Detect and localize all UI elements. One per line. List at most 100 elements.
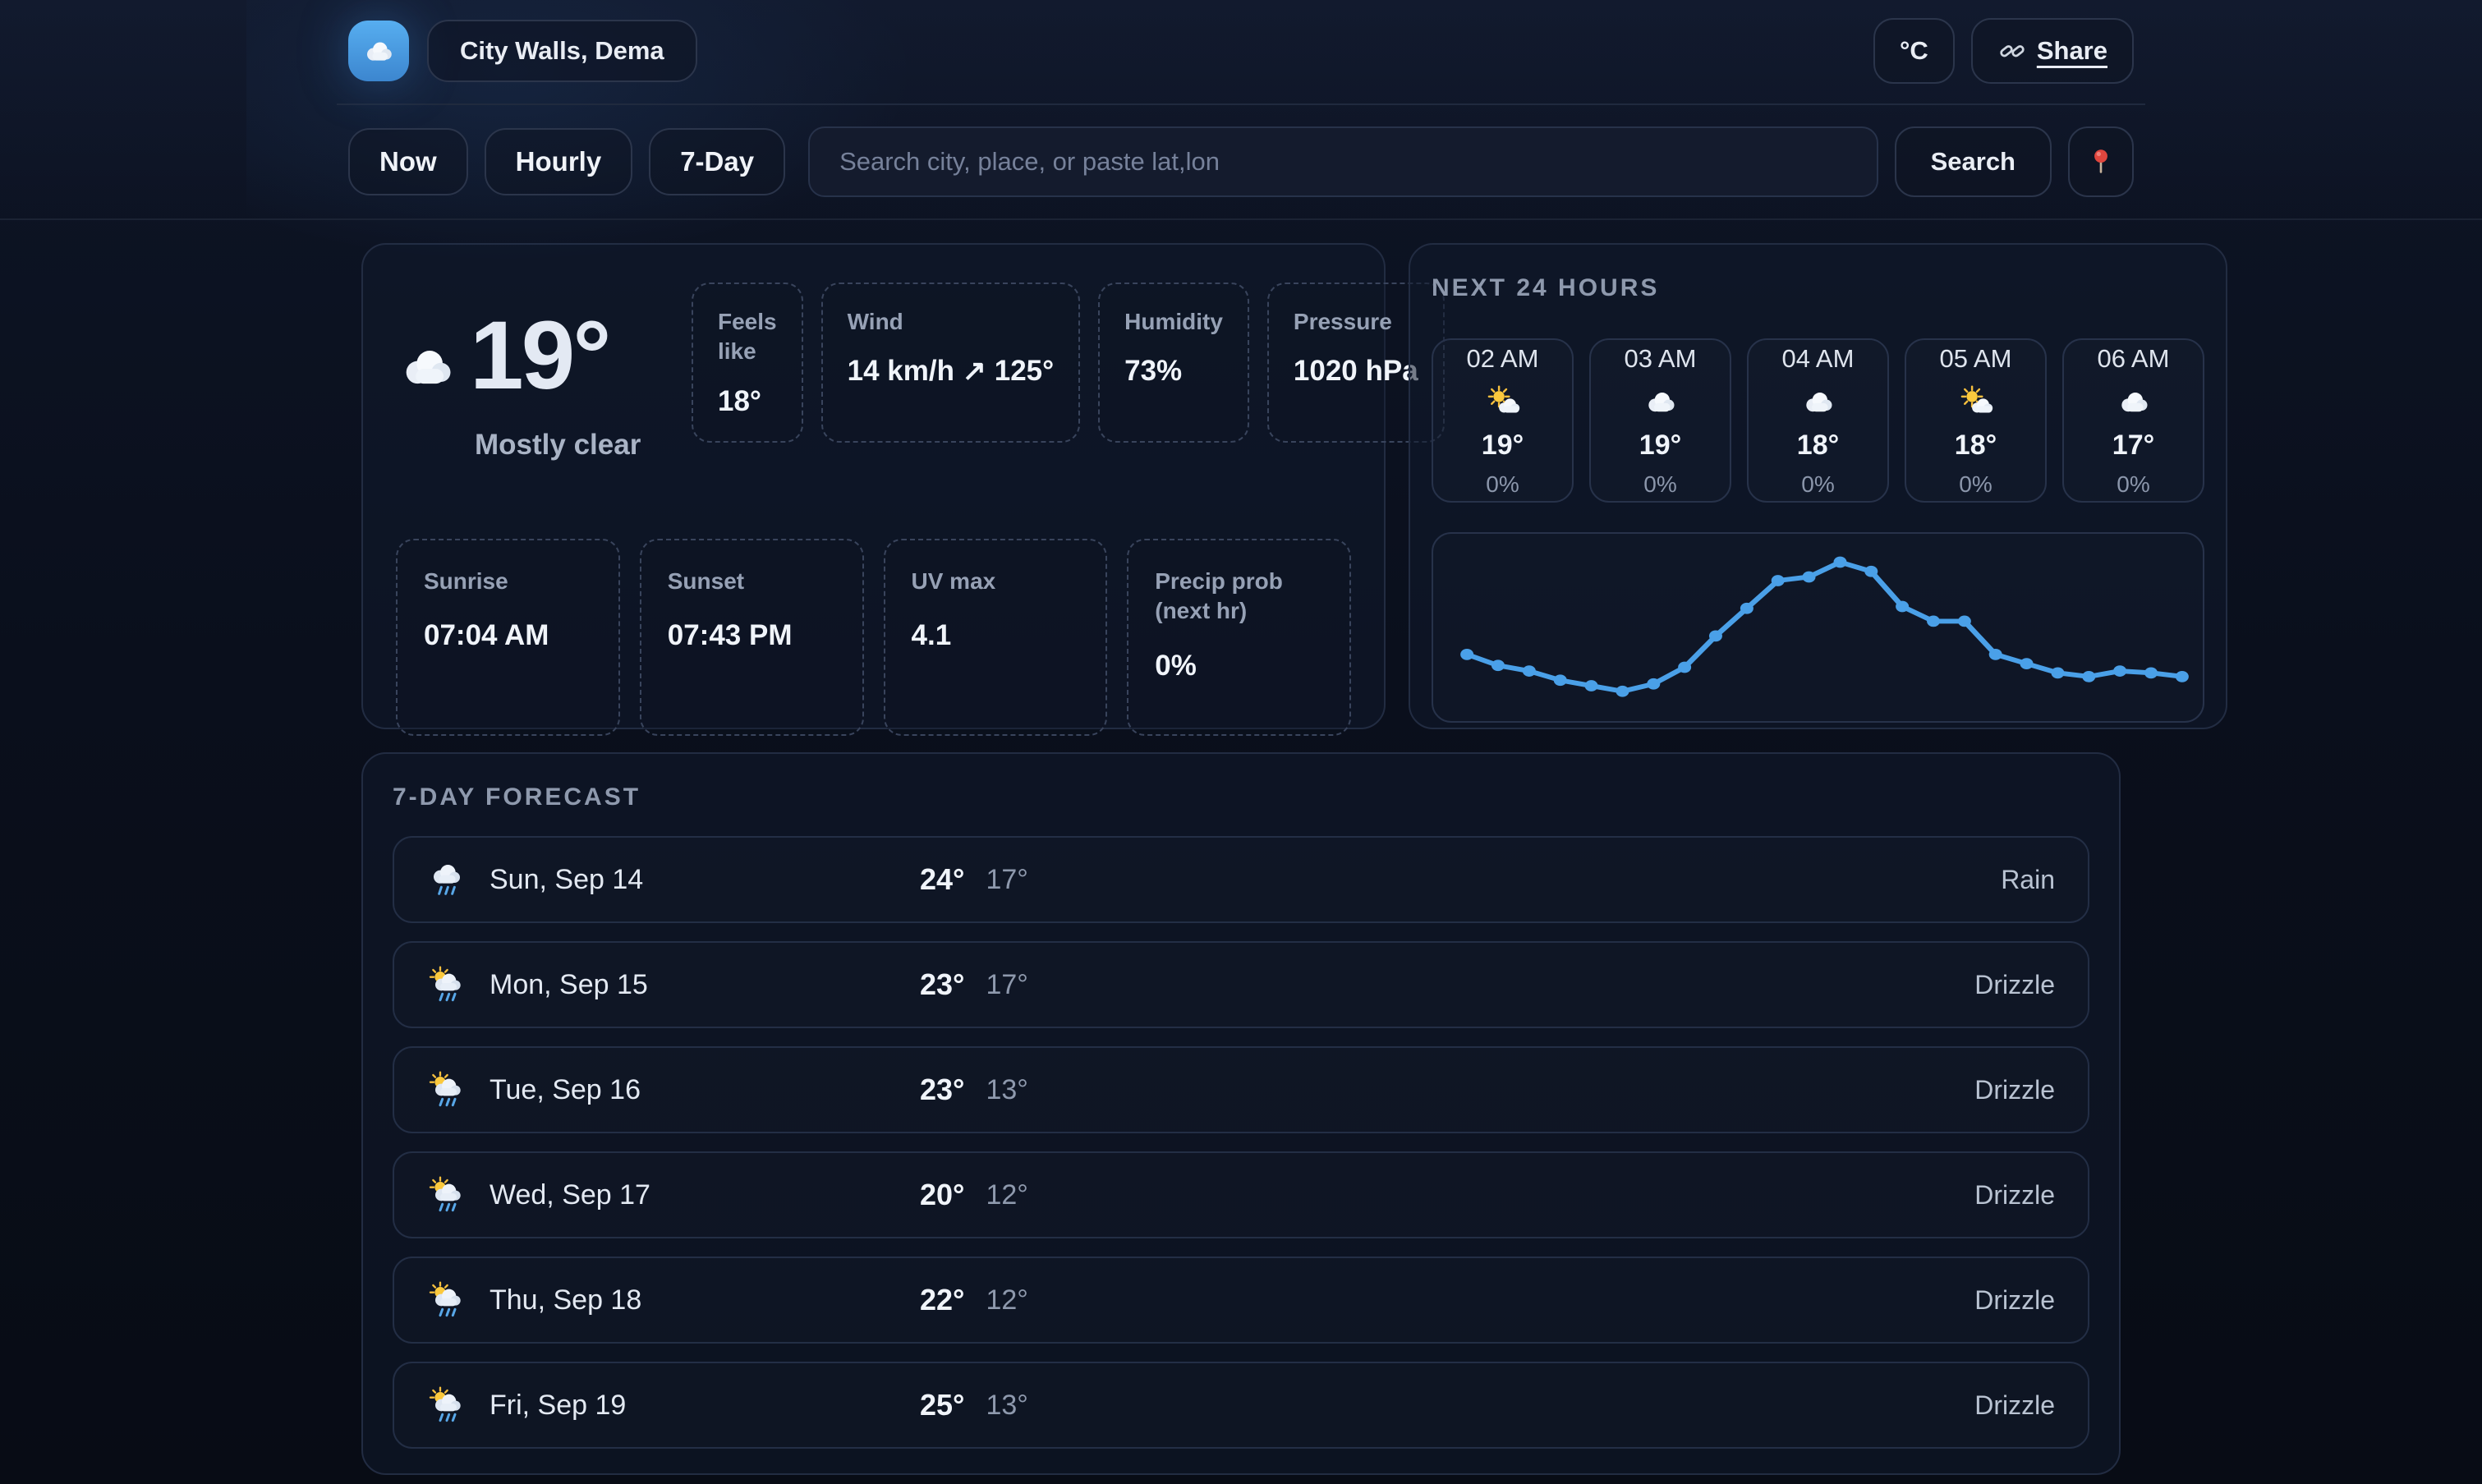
current-condition: Mostly clear: [475, 429, 659, 462]
topbar: City Walls, Dema °C Share: [337, 0, 2145, 105]
sun-rain-cloud-icon: [427, 965, 467, 1004]
sun-behind-cloud-icon: [1485, 384, 1521, 420]
share-button[interactable]: Share: [1971, 18, 2134, 84]
chip-label: Precip prob (next hr): [1155, 567, 1323, 627]
temperature-chart-card: [1432, 532, 2204, 723]
forecast-date: Mon, Sep 15: [490, 969, 648, 1001]
tab-hourly[interactable]: Hourly: [485, 128, 633, 195]
chip-value: 4.1: [912, 619, 1080, 652]
sun-behind-cloud-icon: [1958, 384, 1994, 420]
hour-precip: 0%: [1643, 471, 1676, 498]
temperature-chart: [1433, 534, 2203, 721]
forecast-row: Mon, Sep 15 23° 17° Drizzle: [393, 941, 2089, 1028]
forecast-row: Fri, Sep 19 25° 13° Drizzle: [393, 1362, 2089, 1449]
hour-temp: 19°: [1482, 430, 1524, 462]
chip-value: 0%: [1155, 650, 1323, 682]
current-temperature: 19°: [470, 307, 609, 404]
forecast-high: 23°: [920, 967, 964, 1002]
forecast-row: Sun, Sep 14 24° 17° Rain: [393, 836, 2089, 923]
hour-precip: 0%: [2117, 471, 2149, 498]
cloud-icon: [361, 34, 396, 68]
chip-label: UV max: [912, 567, 1080, 596]
forecast-high: 22°: [920, 1283, 964, 1317]
app-logo: [348, 21, 409, 81]
sun-rain-cloud-icon: [427, 1175, 467, 1215]
tab-now[interactable]: Now: [348, 128, 468, 195]
forecast-high: 25°: [920, 1388, 964, 1422]
forecast-date: Wed, Sep 17: [490, 1179, 650, 1211]
pushpin-icon: [2085, 146, 2117, 177]
header: City Walls, Dema °C Share Now Hourly 7-D…: [0, 0, 2482, 220]
tab-7day[interactable]: 7-Day: [649, 128, 785, 195]
location-label: City Walls, Dema: [460, 36, 664, 66]
share-label: Share: [2037, 36, 2107, 66]
forecast-condition: Drizzle: [1974, 1285, 2055, 1316]
chip-label: Humidity: [1124, 307, 1223, 337]
forecast-condition: Drizzle: [1974, 1075, 2055, 1105]
humidity-chip: Humidity 73%: [1098, 283, 1249, 443]
hour-time: 05 AM: [1940, 344, 2012, 374]
forecast-low: 12°: [986, 1284, 1027, 1316]
forecast-low: 13°: [986, 1074, 1027, 1106]
hour-time: 04 AM: [1782, 344, 1855, 374]
hour-time: 02 AM: [1467, 344, 1539, 374]
search-button[interactable]: Search: [1895, 126, 2052, 197]
hour-temp: 17°: [2112, 430, 2154, 462]
hour-card: 02 AM 19° 0%: [1432, 338, 1574, 503]
forecast-low: 12°: [986, 1179, 1027, 1211]
cloud-icon: [1643, 384, 1679, 420]
forecast-high: 20°: [920, 1178, 964, 1212]
forecast-condition: Drizzle: [1974, 1180, 2055, 1211]
hour-temp: 19°: [1639, 430, 1681, 462]
cloud-icon: [2116, 384, 2152, 420]
hour-precip: 0%: [1486, 471, 1519, 498]
search-input[interactable]: [808, 126, 1878, 197]
chip-value: 07:43 PM: [668, 619, 836, 652]
hour-time: 03 AM: [1625, 344, 1697, 374]
sun-rain-cloud-icon: [427, 1280, 467, 1320]
forecast-low: 17°: [986, 864, 1027, 896]
chip-label: Feels like: [718, 307, 777, 367]
chip-value: 18°: [718, 385, 777, 418]
chip-value: 1020 hPa: [1294, 355, 1418, 388]
seven-day-forecast-title: 7-DAY FORECAST: [393, 783, 2089, 811]
rain-cloud-icon: [427, 860, 467, 899]
hour-card: 04 AM 18° 0%: [1747, 338, 1889, 503]
hour-precip: 0%: [1801, 471, 1834, 498]
uv-max-chip: UV max 4.1: [884, 539, 1108, 736]
hourly-strip[interactable]: 02 AM 19° 0% 03 AM 19° 0% 04 AM 18° 0%: [1432, 338, 2204, 504]
forecast-condition: Rain: [2001, 865, 2055, 895]
feels-like-chip: Feels like 18°: [692, 283, 803, 443]
precip-prob-chip: Precip prob (next hr) 0%: [1127, 539, 1351, 736]
hour-precip: 0%: [1959, 471, 1992, 498]
forecast-row: Thu, Sep 18 22° 12° Drizzle: [393, 1257, 2089, 1344]
seven-day-forecast-card: 7-DAY FORECAST Sun, Sep 14 24° 17° Rain …: [361, 752, 2121, 1475]
forecast-date: Sun, Sep 14: [490, 864, 643, 896]
forecast-high: 24°: [920, 862, 964, 897]
link-icon: [1997, 36, 2027, 66]
chip-value: 14 km/h ↗ 125°: [848, 355, 1055, 388]
forecast-condition: Drizzle: [1974, 1390, 2055, 1421]
chip-label: Pressure: [1294, 307, 1418, 337]
unit-toggle-button[interactable]: °C: [1873, 18, 1955, 84]
forecast-high: 23°: [920, 1073, 964, 1107]
hour-card: 03 AM 19° 0%: [1589, 338, 1731, 503]
forecast-date: Fri, Sep 19: [490, 1390, 626, 1422]
next-24-hours-panel: NEXT 24 HOURS 02 AM 19° 0% 03 AM 19° 0% …: [1409, 243, 2227, 729]
forecast-low: 17°: [986, 969, 1027, 1001]
forecast-date: Tue, Sep 16: [490, 1074, 641, 1106]
navbar: Now Hourly 7-Day Search: [337, 105, 2145, 197]
next-24-hours-title: NEXT 24 HOURS: [1432, 274, 2204, 302]
chip-label: Sunrise: [424, 567, 592, 596]
locate-pin-button[interactable]: [2068, 126, 2134, 197]
sunrise-chip: Sunrise 07:04 AM: [396, 539, 620, 736]
hour-time: 06 AM: [2098, 344, 2170, 374]
sun-rain-cloud-icon: [427, 1385, 467, 1425]
current-conditions-card: 19° Mostly clear Feels like 18° Wind 14 …: [361, 243, 1386, 729]
hour-temp: 18°: [1797, 430, 1839, 462]
location-pill[interactable]: City Walls, Dema: [427, 20, 697, 82]
chip-value: 73%: [1124, 355, 1223, 388]
cloud-icon: [1800, 384, 1836, 420]
hour-card: 06 AM 17° 0%: [2062, 338, 2204, 503]
cloud-icon: [396, 335, 458, 397]
